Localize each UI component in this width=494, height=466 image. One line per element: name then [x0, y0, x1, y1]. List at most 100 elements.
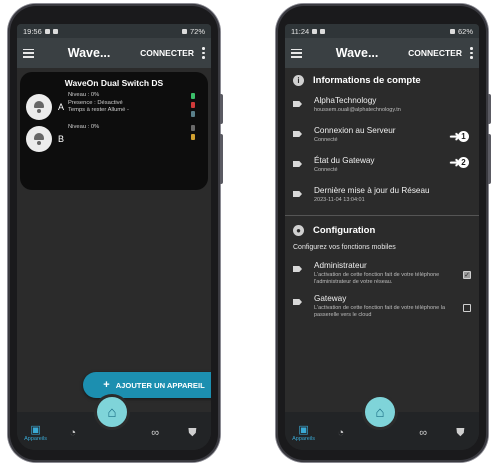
- account-email: houssem.ouali@alphatechnology.tn: [314, 107, 401, 113]
- alarm-icon: [191, 102, 195, 108]
- server-connection-status: Connecté: [314, 137, 338, 143]
- channel-row-b[interactable]: B Niveau : 0%: [26, 124, 202, 152]
- status-time: 11:24: [291, 26, 310, 36]
- home-button[interactable]: ⌂: [94, 394, 130, 430]
- light-icon: [191, 134, 195, 140]
- config-section-header: ● Configuration: [285, 218, 479, 242]
- tag-icon: [293, 299, 302, 305]
- link-icon: ∞: [151, 427, 160, 439]
- nav-security[interactable]: ⛊: [446, 427, 474, 439]
- app-bar: Wave... CONNECTER: [17, 38, 211, 68]
- channel-letter: B: [58, 134, 65, 144]
- nav-security[interactable]: ⛊: [178, 427, 206, 439]
- device-title: WaveOn Dual Switch DS: [64, 78, 164, 88]
- channel-presence: Presence : Désactivé: [68, 99, 123, 106]
- tag-icon: [293, 191, 302, 197]
- devices-icon: ▣: [30, 424, 41, 436]
- admin-setting-item[interactable]: Administrateur L'activation de cette fonc…: [285, 257, 479, 290]
- link-icon: ∞: [419, 427, 428, 439]
- gauge-icon: ◔: [337, 427, 345, 439]
- channel-on-time: Temps à rester Allumé -: [68, 107, 129, 113]
- account-section-header: i Informations de compte: [285, 68, 479, 92]
- tag-icon: [293, 101, 302, 107]
- gateway-title: Gateway: [314, 294, 347, 303]
- connect-button[interactable]: CONNECTER: [408, 48, 462, 58]
- status-time: 19:56: [23, 26, 42, 36]
- network-update-item[interactable]: Dernière mise à jour du Réseau 2023-11-04…: [285, 182, 479, 212]
- network-update-title: Dernière mise à jour du Réseau: [314, 186, 430, 195]
- info-icon: i: [293, 74, 304, 86]
- annotation-marker-2: ➜ 2: [449, 154, 469, 171]
- tag-icon: [293, 161, 302, 167]
- menu-icon[interactable]: [23, 48, 34, 58]
- plus-icon: +: [103, 379, 110, 391]
- config-heading: Configuration: [313, 224, 376, 236]
- lamp-icon[interactable]: [26, 126, 52, 152]
- nav-links[interactable]: ∞: [141, 427, 169, 439]
- status-bar: 19:56 72%: [17, 24, 211, 38]
- channel-info: Niveau : 0% Presence : Désactivé Temps à…: [68, 92, 184, 115]
- status-bar: 11:24 62%: [285, 24, 479, 38]
- gateway-status-value: Connecté: [314, 167, 338, 173]
- server-connection-title: Connexion au Serveur: [314, 126, 396, 135]
- channel-row-a[interactable]: A Niveau : 0% Presence : Désactivé Temps…: [26, 92, 202, 120]
- channel-letter: A: [58, 102, 65, 112]
- nav-scenes[interactable]: ◔: [327, 427, 355, 439]
- phone-settings: 11:24 62% Wave... CONNECTER i Informatio…: [276, 4, 491, 462]
- home-icon: ⌂: [375, 403, 385, 421]
- nav-devices-label: Appareils: [24, 436, 48, 442]
- shield-icon: ⛊: [188, 427, 197, 439]
- gauge-icon: ◔: [69, 427, 77, 439]
- signal-icon: [449, 28, 455, 34]
- gateway-setting-item[interactable]: Gateway L'activation de cette fonction fa…: [285, 290, 479, 323]
- gateway-status-item[interactable]: État du Gateway Connecté ➜ 2: [285, 152, 479, 182]
- notification-icon: [52, 28, 58, 34]
- shield-icon: ⛊: [456, 427, 465, 439]
- notification-icon: [44, 28, 50, 34]
- channel-status-icons: [184, 92, 202, 117]
- battery-level: 72%: [189, 26, 205, 36]
- settings-list: i Informations de compte AlphaTechnology…: [285, 68, 479, 412]
- gateway-status-title: État du Gateway: [314, 156, 375, 165]
- app-title: Wave...: [67, 46, 111, 60]
- menu-icon[interactable]: [291, 48, 302, 58]
- devices-screen: 19:56 72% Wave... CONNECTER WaveOn Dual …: [17, 24, 211, 450]
- home-icon: ⌂: [107, 403, 117, 421]
- phone-devices: 19:56 72% Wave... CONNECTER WaveOn Dual …: [8, 4, 223, 462]
- gateway-description: L'activation de cette fonction fait de v…: [314, 305, 445, 318]
- lamp-icon[interactable]: [26, 94, 52, 120]
- channel-info: Niveau : 0%: [68, 124, 184, 132]
- more-options-icon[interactable]: [202, 47, 205, 59]
- devices-icon: ▣: [298, 424, 309, 436]
- admin-checkbox[interactable]: ✓: [463, 271, 471, 279]
- connect-button[interactable]: CONNECTER: [140, 48, 194, 58]
- gateway-checkbox[interactable]: [463, 304, 471, 312]
- device-card[interactable]: WaveOn Dual Switch DS A Niveau : 0% Pres…: [20, 72, 208, 190]
- nav-scenes[interactable]: ◔: [59, 427, 87, 439]
- channel-status-icons: [184, 124, 202, 140]
- notification-icon: [312, 28, 318, 34]
- notification-icon: [320, 28, 326, 34]
- power-icon: [191, 125, 195, 131]
- admin-description: L'activation de cette fonction fait de v…: [314, 272, 440, 285]
- nav-devices[interactable]: ▣ Appareils: [290, 424, 318, 442]
- signal-icon: [181, 28, 187, 34]
- nav-devices-label: Appareils: [292, 436, 316, 442]
- add-device-button[interactable]: + AJOUTER UN APPAREIL: [83, 372, 211, 398]
- account-item[interactable]: AlphaTechnology houssem.ouali@alphatechno…: [285, 92, 479, 122]
- nav-links[interactable]: ∞: [409, 427, 437, 439]
- tag-icon: [293, 266, 302, 272]
- settings-screen: 11:24 62% Wave... CONNECTER i Informatio…: [285, 24, 479, 450]
- add-device-label: AJOUTER UN APPAREIL: [115, 380, 205, 390]
- power-icon: [191, 111, 195, 117]
- tag-icon: [293, 131, 302, 137]
- network-update-time: 2023-11-04 13:04:01: [314, 197, 365, 203]
- home-button[interactable]: ⌂: [362, 394, 398, 430]
- more-options-icon[interactable]: [470, 47, 473, 59]
- battery-level: 62%: [457, 26, 473, 36]
- app-bar: Wave... CONNECTER: [285, 38, 479, 68]
- nav-devices[interactable]: ▣ Appareils: [22, 424, 50, 442]
- server-connection-item[interactable]: Connexion au Serveur Connecté ➜ 1: [285, 122, 479, 152]
- account-heading: Informations de compte: [313, 74, 421, 86]
- channel-level: Niveau : 0%: [68, 92, 100, 98]
